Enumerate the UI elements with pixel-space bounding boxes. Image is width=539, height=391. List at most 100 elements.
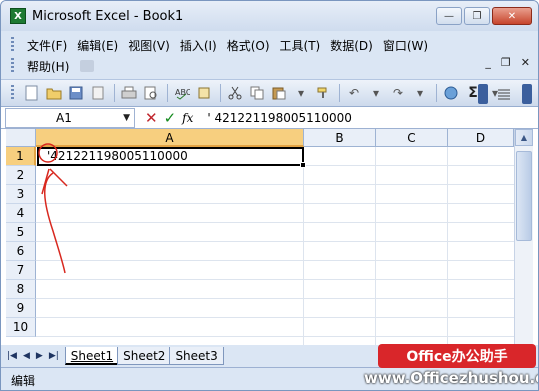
- name-box[interactable]: A1 ▼: [5, 107, 135, 128]
- grid-line: [36, 203, 514, 204]
- toolbar-options-icon[interactable]: [522, 84, 532, 104]
- toolbar-options-icon[interactable]: [478, 84, 488, 104]
- insert-function-icon[interactable]: fx: [182, 111, 193, 125]
- menu-format[interactable]: 格式(O): [222, 37, 275, 54]
- fill-handle[interactable]: [300, 162, 306, 168]
- row-header-7[interactable]: 7: [6, 261, 36, 280]
- scroll-thumb[interactable]: [516, 151, 532, 241]
- grid-line: [303, 147, 304, 345]
- restore-button[interactable]: ❐: [464, 7, 490, 25]
- save-icon[interactable]: [66, 83, 86, 103]
- menu-edit[interactable]: 编辑(E): [72, 37, 123, 54]
- row-header-9[interactable]: 9: [6, 299, 36, 318]
- spelling-icon[interactable]: ABC: [172, 83, 192, 103]
- menu-view[interactable]: 视图(V): [123, 37, 175, 54]
- menu-help[interactable]: 帮助(H): [22, 58, 74, 75]
- workbook-minimize-button[interactable]: _: [485, 56, 491, 69]
- menu-tools[interactable]: 工具(T): [275, 37, 326, 54]
- grid-line: [447, 147, 448, 345]
- row-header-6[interactable]: 6: [6, 242, 36, 261]
- print-preview-icon[interactable]: [141, 83, 161, 103]
- tab-sheet2[interactable]: Sheet2: [117, 347, 172, 365]
- watermark-badge: Office办公助手: [378, 344, 536, 368]
- minimize-button[interactable]: —: [436, 7, 462, 25]
- menu-row-main: 文件(F) 编辑(E) 视图(V) 插入(I) 格式(O) 工具(T) 数据(D…: [11, 35, 433, 55]
- formula-input[interactable]: ' 421221198005110000: [207, 111, 352, 125]
- row-header-3[interactable]: 3: [6, 185, 36, 204]
- tab-sheet3[interactable]: Sheet3: [169, 347, 224, 365]
- toolbar-overflow: [478, 84, 532, 104]
- cancel-entry-icon[interactable]: ✕: [145, 109, 158, 127]
- row-header-10[interactable]: 10: [6, 318, 36, 337]
- redo-dropdown-icon[interactable]: ▾: [410, 83, 430, 103]
- grid-line: [36, 222, 514, 223]
- menu-file[interactable]: 文件(F): [22, 37, 72, 54]
- close-button[interactable]: ✕: [492, 7, 532, 25]
- row-header-2[interactable]: 2: [6, 166, 36, 185]
- print-icon[interactable]: [119, 83, 139, 103]
- grid-line: [36, 279, 514, 280]
- prev-sheet-icon[interactable]: ◀: [23, 351, 30, 361]
- undo-dropdown-icon[interactable]: ▾: [366, 83, 386, 103]
- menu-bar: 文件(F) 编辑(E) 视图(V) 插入(I) 格式(O) 工具(T) 数据(D…: [1, 32, 538, 76]
- research-icon[interactable]: [194, 83, 214, 103]
- copy-icon[interactable]: [247, 83, 267, 103]
- excel-window: X Microsoft Excel - Book1 — ❐ ✕ 文件(F) 编辑…: [0, 0, 539, 391]
- grid-line: [36, 336, 514, 337]
- enter-entry-icon[interactable]: ✓: [164, 109, 177, 127]
- next-sheet-icon[interactable]: ▶: [36, 351, 43, 361]
- toolbar-separator: [167, 84, 168, 102]
- redo-icon[interactable]: ↷: [388, 83, 408, 103]
- toolbar-separator: [436, 84, 437, 102]
- grid-line: [36, 184, 514, 185]
- grid-line: [36, 317, 514, 318]
- scroll-up-icon[interactable]: ▲: [515, 129, 533, 146]
- new-icon[interactable]: [22, 83, 42, 103]
- select-all-corner[interactable]: [6, 129, 36, 147]
- permission-icon[interactable]: [88, 83, 108, 103]
- column-header-d[interactable]: D: [448, 129, 514, 147]
- open-icon[interactable]: [44, 83, 64, 103]
- title-bar: X Microsoft Excel - Book1 — ❐ ✕: [1, 1, 538, 31]
- paste-icon[interactable]: [269, 83, 289, 103]
- hyperlink-icon[interactable]: [441, 83, 461, 103]
- column-header-c[interactable]: C: [376, 129, 448, 147]
- format-painter-icon[interactable]: [313, 83, 333, 103]
- toolbar-separator: [339, 84, 340, 102]
- menu-data[interactable]: 数据(D): [325, 37, 378, 54]
- workbook-restore-button[interactable]: ❐: [501, 56, 511, 69]
- help-assistant-icon[interactable]: [80, 60, 95, 72]
- cut-icon[interactable]: [225, 83, 245, 103]
- row-header-1[interactable]: 1: [6, 147, 36, 166]
- workbook-controls: _ ❐ ✕: [485, 56, 530, 69]
- vertical-scrollbar[interactable]: ▲: [514, 129, 533, 345]
- excel-app-icon[interactable]: X: [10, 8, 26, 24]
- formula-bar: A1 ▼ ✕ ✓ fx ' 421221198005110000: [1, 107, 538, 129]
- toolbar-grip[interactable]: [11, 58, 14, 74]
- grid-line: [36, 298, 514, 299]
- worksheet-grid: A B C D 1 2 3 4 5 6 7 8 9 10 '4212211980…: [1, 129, 538, 345]
- first-sheet-icon[interactable]: |◀: [7, 351, 17, 361]
- toolbar-separator: [220, 84, 221, 102]
- toolbar-grip[interactable]: [11, 37, 14, 53]
- row-header-5[interactable]: 5: [6, 223, 36, 242]
- column-header-a[interactable]: A: [36, 129, 304, 147]
- undo-icon[interactable]: ↶: [344, 83, 364, 103]
- grid-line: [36, 260, 514, 261]
- paste-dropdown-icon[interactable]: ▾: [291, 83, 311, 103]
- workbook-close-button[interactable]: ✕: [521, 56, 530, 69]
- menu-window[interactable]: 窗口(W): [378, 37, 433, 54]
- name-box-value: A1: [56, 110, 72, 125]
- chevron-down-icon[interactable]: ▼: [123, 113, 130, 123]
- last-sheet-icon[interactable]: ▶|: [49, 351, 59, 361]
- align-icon[interactable]: [494, 84, 514, 104]
- toolbar-grip[interactable]: [11, 85, 14, 101]
- menu-insert[interactable]: 插入(I): [175, 37, 222, 54]
- row-header-8[interactable]: 8: [6, 280, 36, 299]
- row-header-4[interactable]: 4: [6, 204, 36, 223]
- column-header-b[interactable]: B: [304, 129, 376, 147]
- grid-line: [36, 241, 514, 242]
- standard-toolbar: ABC ▾ ↶ ▾ ↷ ▾ Σ ▾: [1, 79, 538, 107]
- toolbar-separator: [114, 84, 115, 102]
- tab-sheet1[interactable]: Sheet1: [64, 347, 120, 365]
